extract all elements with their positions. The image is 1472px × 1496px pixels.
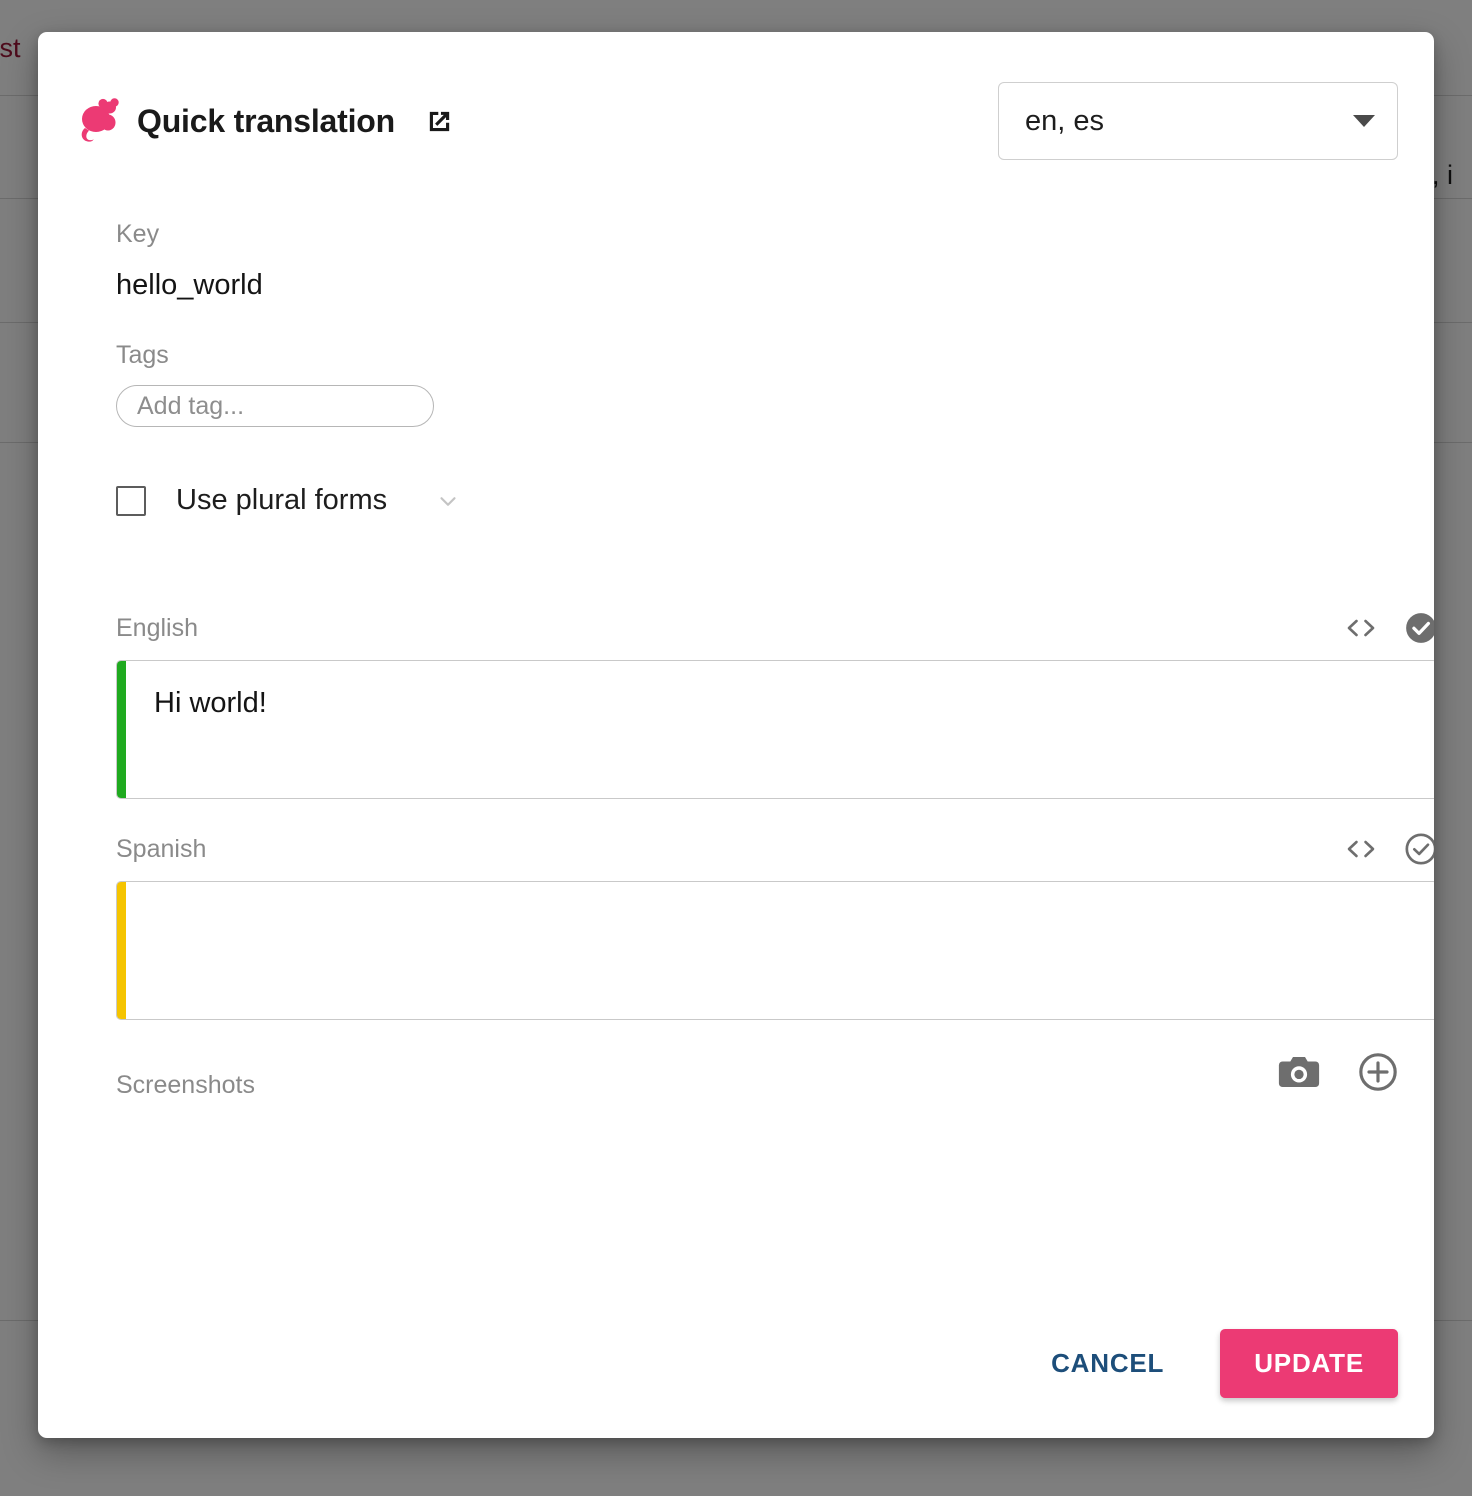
- add-tag-input[interactable]: Add tag...: [116, 385, 434, 427]
- dialog-title-group: Quick translation: [79, 97, 454, 145]
- camera-icon[interactable]: [1278, 1054, 1320, 1090]
- chevron-down-icon[interactable]: [435, 488, 461, 514]
- open-in-new-icon[interactable]: [425, 107, 454, 136]
- screenshots-actions: [1278, 1052, 1398, 1092]
- mouse-logo: [79, 97, 119, 145]
- use-plural-forms-checkbox[interactable]: [116, 486, 146, 516]
- caret-down-icon: [1353, 115, 1375, 127]
- translation-input-spanish[interactable]: [116, 881, 1434, 1020]
- translation-block-spanish: Spanish: [116, 831, 1434, 1020]
- cancel-button[interactable]: CANCEL: [1033, 1334, 1182, 1393]
- update-button[interactable]: UPDATE: [1220, 1329, 1398, 1398]
- dialog-header: Quick translation en, es: [79, 78, 1398, 164]
- language-select-value: en, es: [1025, 105, 1104, 138]
- translation-state-accent-spanish: [117, 882, 126, 1019]
- translation-language-label-english: English: [116, 614, 198, 643]
- key-section: Key hello_world: [116, 220, 263, 302]
- screenshots-label: Screenshots: [116, 1071, 255, 1102]
- tags-label: Tags: [116, 341, 434, 370]
- use-plural-forms-row: Use plural forms: [116, 484, 461, 517]
- use-plural-forms-label: Use plural forms: [176, 484, 387, 517]
- key-value: hello_world: [116, 269, 263, 302]
- code-brackets-icon[interactable]: [1344, 837, 1378, 861]
- dialog-footer: CANCEL UPDATE: [1033, 1329, 1398, 1398]
- check-circle-outline-icon[interactable]: [1404, 832, 1434, 866]
- translation-value-english: Hi world!: [154, 685, 1417, 723]
- translation-header-spanish: Spanish: [116, 831, 1434, 867]
- translation-input-english[interactable]: Hi world!: [116, 660, 1434, 799]
- code-brackets-icon[interactable]: [1344, 616, 1378, 640]
- key-label: Key: [116, 220, 263, 249]
- translation-actions-english: [1344, 611, 1434, 645]
- quick-translation-dialog: Quick translation en, es Key hello_world…: [38, 32, 1434, 1438]
- check-circle-filled-icon[interactable]: [1404, 611, 1434, 645]
- translation-language-label-spanish: Spanish: [116, 835, 206, 864]
- tags-section: Tags Add tag...: [116, 341, 434, 427]
- screenshots-section: Screenshots: [116, 1042, 1398, 1102]
- page-title: Quick translation: [137, 105, 395, 137]
- translation-header-english: English: [116, 610, 1434, 646]
- add-tag-placeholder: Add tag...: [137, 392, 244, 421]
- plus-circle-icon[interactable]: [1358, 1052, 1398, 1092]
- translation-block-english: English Hi world!: [116, 610, 1434, 799]
- translation-state-accent-english: [117, 661, 126, 798]
- language-select[interactable]: en, es: [998, 82, 1398, 160]
- translation-actions-spanish: [1344, 832, 1434, 866]
